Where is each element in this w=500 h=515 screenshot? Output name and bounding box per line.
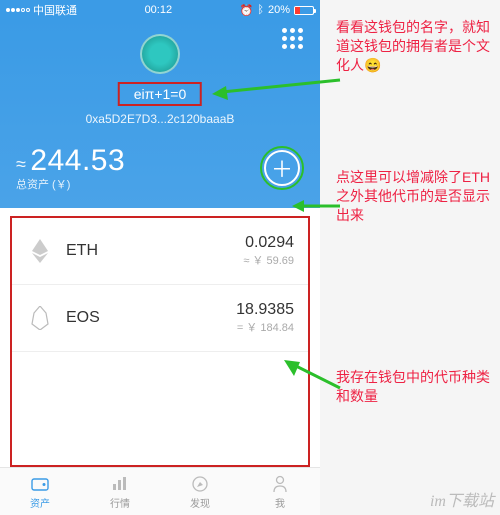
signal-dots	[6, 8, 30, 12]
wallet-avatar[interactable]	[140, 34, 180, 74]
chart-icon	[110, 474, 130, 494]
carrier-label: 中国联通	[33, 2, 77, 18]
nav-market[interactable]: 行情	[80, 468, 160, 515]
eth-icon	[26, 237, 54, 265]
annotation-note: 我存在钱包中的代币种类和数量	[336, 368, 496, 406]
annotation-note: 点这里可以增减除了ETH之外其他代币的是否显示出来	[336, 168, 496, 225]
watermark: im下载站	[430, 487, 494, 511]
token-fiat: ≈ ￥ 59.69	[243, 252, 294, 268]
token-amount: 18.9385	[236, 301, 294, 319]
token-fiat: = ￥ 184.84	[236, 319, 294, 335]
bluetooth-pct: 20%	[268, 4, 290, 16]
token-row[interactable]: ETH 0.0294 ≈ ￥ 59.69	[12, 218, 308, 285]
bluetooth-icon: ᛒ	[257, 4, 264, 16]
token-symbol: EOS	[66, 309, 236, 327]
status-bar: 中国联通 00:12 ⏰ ᛒ 20%	[0, 0, 320, 20]
arrow-icon	[212, 72, 342, 102]
status-time: 00:12	[145, 4, 173, 16]
battery-icon	[294, 6, 314, 15]
arrow-icon	[292, 198, 342, 214]
menu-grid-button[interactable]	[282, 28, 306, 52]
token-symbol: ETH	[66, 242, 243, 260]
token-list: ETH 0.0294 ≈ ￥ 59.69 EOS 18.9385 = ￥ 184…	[10, 216, 310, 467]
add-token-highlight: ＋	[260, 146, 304, 190]
token-amount: 0.0294	[243, 234, 294, 252]
wallet-header: eiπ+1=0 0xa5D2E7D3...2c120baaaB ≈244.53 …	[0, 20, 320, 208]
annotation-note: 看看这钱包的名字，就知道这钱包的拥有者是个文化人😄	[336, 18, 496, 75]
add-token-button[interactable]: ＋	[264, 150, 300, 186]
arrow-icon	[282, 358, 342, 398]
annotation-layer: 看看这钱包的名字，就知道这钱包的拥有者是个文化人😄 点这里可以增减除了ETH之外…	[322, 0, 500, 515]
wallet-address[interactable]: 0xa5D2E7D3...2c120baaaB	[16, 112, 304, 126]
balance-label: 总资产 (￥)	[16, 176, 125, 192]
wallet-icon	[30, 474, 50, 494]
nav-discover[interactable]: 发现	[160, 468, 240, 515]
nav-assets[interactable]: 资产	[0, 468, 80, 515]
token-row[interactable]: EOS 18.9385 = ￥ 184.84	[12, 285, 308, 352]
alarm-icon: ⏰	[240, 4, 254, 17]
nav-me[interactable]: 我	[240, 468, 320, 515]
eos-icon	[26, 304, 54, 332]
total-balance: ≈244.53	[16, 144, 125, 178]
user-icon	[270, 474, 290, 494]
bottom-nav: 资产 行情 发现 我	[0, 467, 320, 515]
compass-icon	[190, 474, 210, 494]
wallet-name[interactable]: eiπ+1=0	[118, 82, 202, 106]
